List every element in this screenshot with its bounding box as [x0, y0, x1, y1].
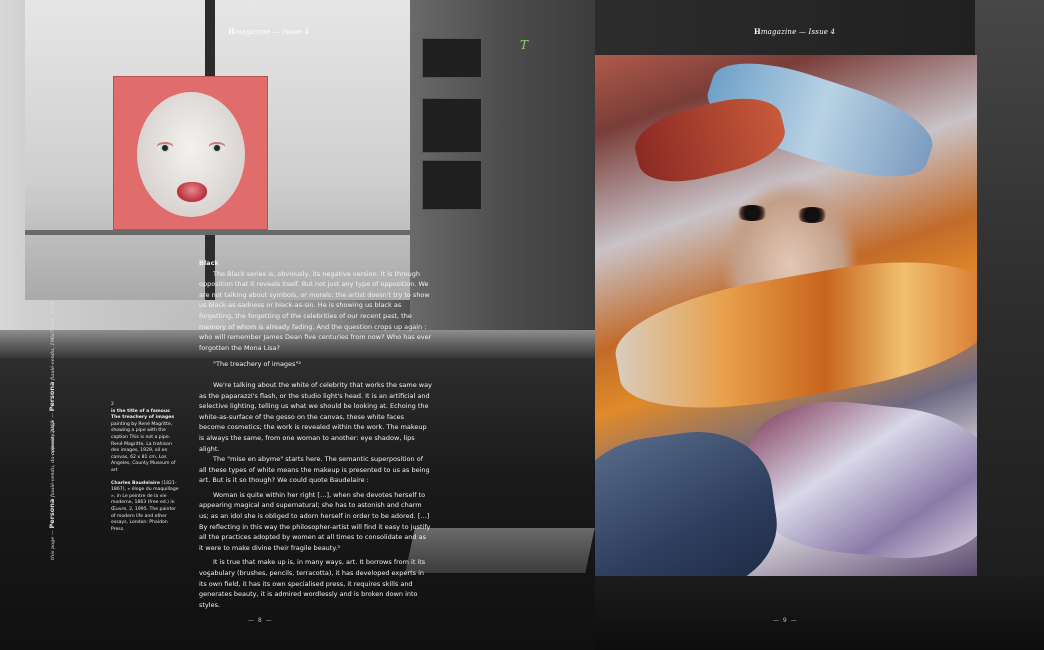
- article-quote: Woman is quite within her right […], whe…: [199, 490, 431, 552]
- caption-title: Persona: [48, 498, 56, 529]
- scarf-portrait-painting: [595, 55, 977, 576]
- window-sill: [25, 230, 415, 235]
- article-paragraph: We're talking about the white of celebri…: [199, 380, 432, 453]
- footnote-title: is the title of a famous The treachery o…: [111, 408, 175, 421]
- footnote-2: 2 is the title of a famous The treachery…: [111, 402, 179, 475]
- wall-calendar-2: [422, 98, 482, 153]
- magazine-brand: H: [228, 27, 235, 36]
- page-number-left: — 8 —: [248, 617, 273, 624]
- painting-orange-scarf: [607, 242, 977, 428]
- article-paragraph: The "mise en abyme" starts here. The sem…: [199, 455, 430, 485]
- wall-calendar-1: [422, 38, 482, 78]
- background-bottom-right: [595, 576, 1044, 650]
- running-head-right: Hmagazine — Issue 4: [754, 27, 835, 36]
- article-paragraph: It is true that make up is, in many ways…: [199, 558, 426, 609]
- ornament-t: T: [520, 38, 529, 52]
- article-body: Black The Black series is, obviously, it…: [199, 258, 432, 610]
- caption-title: Persona: [48, 381, 56, 412]
- painting-eye-right: [795, 207, 829, 223]
- footnote-text: painting by René Magritte, showing a pip…: [111, 421, 176, 473]
- footnote-number: 2: [111, 402, 114, 407]
- article-paragraph: The Black series is, obviously, its nega…: [199, 269, 432, 352]
- page-number-right: — 9 —: [773, 617, 798, 624]
- caption-details: fiaulé-vendu, da-colosse, 2015: [50, 420, 56, 498]
- footnote-marker: 3: [207, 573, 211, 579]
- background-right-edge: [975, 0, 1044, 650]
- background-stool: [405, 528, 595, 573]
- painting-red-scarf: [628, 87, 792, 193]
- running-head-text: magazine — Issue 4: [234, 28, 310, 36]
- article-subheading: "The treachery of images"²: [213, 360, 302, 369]
- footnote-3: Charles Baudelaire (1821-1867), « éloge …: [111, 481, 179, 534]
- footnote-text: (1821-1867), « éloge du maquillage », in…: [111, 480, 179, 532]
- artwork-face: [137, 92, 245, 217]
- caption-details: fiaulé-vendu, 196x75 cm, 2015: [50, 301, 56, 380]
- artwork-eye-right: [209, 144, 225, 152]
- artwork-eye-left: [157, 144, 173, 152]
- running-head-text: magazine — Issue 4: [760, 28, 836, 36]
- article-heading: Black: [199, 259, 219, 267]
- caption-this-page: this page — Persona fiaulé-vendu, da-col…: [48, 420, 56, 560]
- painting-eye-left: [735, 205, 769, 221]
- pink-circle-face-artwork: [113, 76, 268, 230]
- footnote-title: Charles Baudelaire: [111, 480, 160, 486]
- caption-label: this page —: [50, 530, 56, 560]
- wall-calendar-3: [422, 160, 482, 210]
- footnotes: 2 is the title of a famous The treachery…: [111, 402, 179, 539]
- artwork-lips: [177, 182, 207, 202]
- running-head-left: Hmagazine — Issue 4: [228, 27, 309, 36]
- magazine-brand: H: [754, 27, 761, 36]
